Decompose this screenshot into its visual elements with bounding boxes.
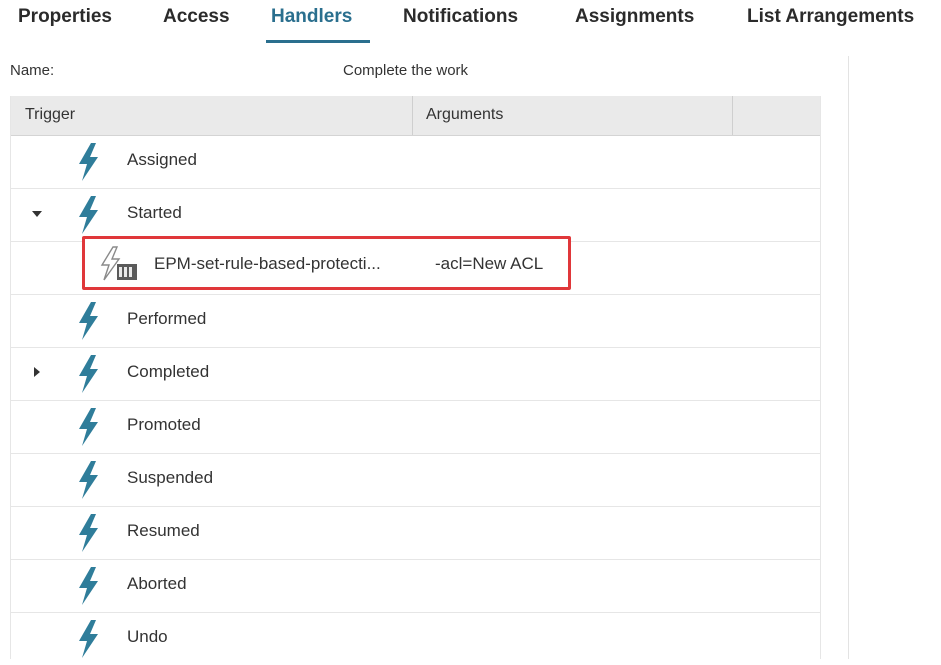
- trigger-label: Undo: [127, 627, 168, 646]
- tab-list-arrangements[interactable]: List Arrangements: [747, 6, 914, 28]
- trigger-label: Aborted: [127, 574, 187, 593]
- trigger-row-started[interactable]: Started: [11, 188, 820, 242]
- active-tab-indicator: [266, 40, 370, 43]
- trigger-row-assigned[interactable]: Assigned: [11, 135, 820, 189]
- trigger-row-suspended[interactable]: Suspended: [11, 453, 820, 507]
- name-label: Name:: [10, 62, 55, 79]
- column-header-trigger[interactable]: Trigger: [25, 106, 75, 124]
- column-separator[interactable]: [732, 96, 733, 135]
- lightning-bolt-icon: [79, 355, 98, 393]
- lightning-bolt-icon: [79, 143, 98, 181]
- handler-bolt-icon: [100, 246, 137, 281]
- handler-arguments: -acl=New ACL: [435, 254, 544, 273]
- tab-properties[interactable]: Properties: [18, 6, 112, 28]
- name-value: Complete the work: [343, 62, 469, 79]
- lightning-bolt-icon: [79, 620, 98, 658]
- panel-divider: [848, 56, 849, 659]
- tab-notifications[interactable]: Notifications: [403, 6, 518, 28]
- trigger-row-promoted[interactable]: Promoted: [11, 400, 820, 454]
- lightning-bolt-icon: [79, 461, 98, 499]
- lightning-bolt-icon: [79, 408, 98, 446]
- trigger-label: Started: [127, 203, 182, 222]
- column-header-arguments[interactable]: Arguments: [426, 106, 503, 124]
- expanded-arrow-icon[interactable]: [31, 207, 43, 219]
- tab-bar: Properties Access Handlers Notifications…: [0, 0, 941, 44]
- trigger-row-completed[interactable]: Completed: [11, 347, 820, 401]
- trigger-label: Suspended: [127, 468, 214, 487]
- trigger-label: Completed: [127, 362, 210, 381]
- collapsed-arrow-icon[interactable]: [31, 366, 43, 378]
- trigger-label: Performed: [127, 309, 207, 328]
- handlers-grid: Trigger Arguments Assigned Started Perfo…: [10, 96, 821, 659]
- lightning-bolt-icon: [79, 302, 98, 340]
- handler-name: EPM-set-rule-based-protecti...: [154, 254, 381, 273]
- trigger-label: Assigned: [127, 150, 197, 169]
- trigger-row-performed[interactable]: Performed: [11, 294, 820, 348]
- trigger-row-resumed[interactable]: Resumed: [11, 506, 820, 560]
- trigger-row-aborted[interactable]: Aborted: [11, 559, 820, 613]
- grid-header: Trigger Arguments: [11, 96, 820, 136]
- trigger-label: Promoted: [127, 415, 201, 434]
- lightning-bolt-icon: [79, 196, 98, 234]
- trigger-label: Resumed: [127, 521, 200, 540]
- tab-access[interactable]: Access: [163, 6, 230, 28]
- tab-assignments[interactable]: Assignments: [575, 6, 694, 28]
- tab-handlers[interactable]: Handlers: [271, 6, 352, 28]
- lightning-bolt-icon: [79, 514, 98, 552]
- trigger-row-undo[interactable]: Undo: [11, 612, 820, 665]
- handler-row-highlighted[interactable]: EPM-set-rule-based-protecti... -acl=New …: [82, 236, 571, 290]
- lightning-bolt-icon: [79, 567, 98, 605]
- column-separator[interactable]: [412, 96, 413, 135]
